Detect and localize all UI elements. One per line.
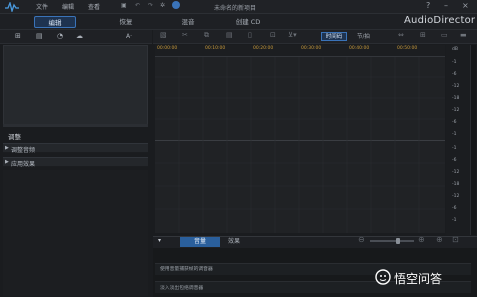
mode-tab-edit[interactable]: 编辑	[34, 16, 76, 28]
zoom-fit-icon[interactable]: ⊕	[436, 235, 443, 244]
db-label: dB	[452, 47, 458, 52]
db-label: -12	[452, 108, 460, 113]
project-title: 未命名的新项目	[214, 5, 257, 12]
ruler-tick-label: 00:40:00	[349, 46, 370, 51]
zoom-in-icon[interactable]: ⊕	[418, 235, 425, 244]
minimize-button[interactable]: –	[444, 1, 448, 10]
close-button[interactable]: ×	[462, 1, 469, 10]
marker-dropdown-icon[interactable]: ⊻▾	[288, 31, 297, 39]
import-media-icon[interactable]: ⊞	[15, 32, 21, 40]
zoom-slider-handle[interactable]	[396, 238, 400, 244]
adjust-section-title: 调整	[8, 133, 21, 141]
tab-timecode[interactable]: 时间码	[321, 32, 347, 41]
audiodirector-logo-icon	[5, 2, 19, 12]
editor-toolbar	[153, 30, 477, 44]
tab-effect[interactable]: 效果	[228, 237, 240, 247]
sort-text-icon[interactable]: A·	[126, 33, 132, 40]
tab-beat[interactable]: 节/拍	[357, 32, 370, 40]
cut-icon[interactable]: ✂	[182, 31, 188, 39]
db-label: -1	[452, 132, 457, 137]
mode-tab-create-cd[interactable]: 创建 CD	[228, 16, 268, 28]
menu-view[interactable]: 查看	[88, 2, 100, 11]
import-video-icon[interactable]: ▤	[36, 32, 43, 40]
cloud-icon[interactable]: ☁	[76, 32, 83, 40]
db-label: -1	[452, 218, 457, 223]
track-view-icon[interactable]: ▭	[441, 31, 448, 39]
accordion-adjust-audio[interactable]: ▶ 调整音频	[3, 143, 148, 154]
ruler-tick-label: 00:10:00	[205, 46, 226, 51]
fit-icon[interactable]: ⊞	[420, 31, 426, 39]
db-scale	[446, 45, 470, 235]
db-label: -12	[452, 194, 460, 199]
menu-file[interactable]: 文件	[36, 2, 48, 11]
db-label: -18	[452, 96, 460, 101]
level-meter	[470, 45, 476, 235]
accordion-apply-effect[interactable]: ▶ 应用效果	[3, 157, 148, 168]
trim-icon[interactable]: ⊡	[270, 31, 276, 39]
db-label: -12	[452, 84, 460, 89]
ruler-tick-label: 00:30:00	[301, 46, 322, 51]
zoom-slider[interactable]	[370, 240, 414, 242]
db-label: -6	[452, 72, 457, 77]
mode-tab-restore[interactable]: 恢复	[108, 16, 144, 28]
waveform-editor[interactable]	[155, 57, 445, 233]
zoom-reset-icon[interactable]: ⊡	[452, 235, 459, 244]
accordion-label: 应用效果	[11, 161, 36, 168]
save-icon[interactable]: ▣	[121, 2, 127, 9]
adjust-panel-body	[3, 170, 148, 296]
media-library-area[interactable]	[3, 45, 148, 125]
db-label: -12	[452, 170, 460, 175]
delete-icon[interactable]: ▯	[248, 31, 252, 39]
collapse-panel-button[interactable]: ▾	[158, 237, 161, 244]
brand-name: AudioDirector	[404, 15, 476, 26]
tab-volume[interactable]: 音量	[180, 237, 220, 247]
zoom-out-icon[interactable]: ⊖	[358, 235, 365, 244]
paste-icon[interactable]: ▤	[226, 31, 233, 39]
help-button[interactable]: ?	[426, 1, 430, 10]
select-tool-icon[interactable]: ▧	[160, 31, 167, 39]
db-label: -6	[452, 120, 457, 125]
expand-arrow-icon: ▶	[5, 159, 9, 165]
undo-icon[interactable]: ↶	[135, 2, 140, 9]
option-label: 使用音量捕获帧的调音器	[160, 267, 213, 272]
analyze-icon[interactable]: ◔	[57, 32, 63, 40]
settings-gear-icon[interactable]: ✲	[160, 2, 165, 9]
db-label: -6	[452, 206, 457, 211]
db-label: -1	[452, 146, 457, 151]
library-scrollbar[interactable]	[3, 124, 148, 127]
db-label: -6	[452, 158, 457, 163]
watermark-text: 悟空问答	[394, 272, 443, 286]
option-label: 淡入淡出包络调音器	[160, 286, 204, 291]
redo-icon[interactable]: ↷	[148, 2, 153, 9]
accordion-label: 调整音频	[11, 147, 36, 154]
menu-edit[interactable]: 编辑	[62, 2, 74, 11]
db-label: -1	[452, 60, 457, 65]
display-options-icon[interactable]: ▬	[460, 31, 467, 39]
ruler-tick-label: 00:20:00	[253, 46, 274, 51]
copy-icon[interactable]: ⧉	[204, 31, 209, 40]
ruler-tick-label: 00:50:00	[397, 46, 418, 51]
mode-tab-mix[interactable]: 混音	[170, 16, 206, 28]
expand-arrow-icon: ▶	[5, 145, 9, 151]
upgrade-icon[interactable]	[172, 1, 180, 9]
wukong-logo-icon	[375, 269, 391, 285]
ruler-tick-label: 00:00:00	[157, 46, 178, 51]
db-label: -18	[452, 182, 460, 187]
waveform-zoom-icon[interactable]: ⇔	[398, 31, 404, 39]
